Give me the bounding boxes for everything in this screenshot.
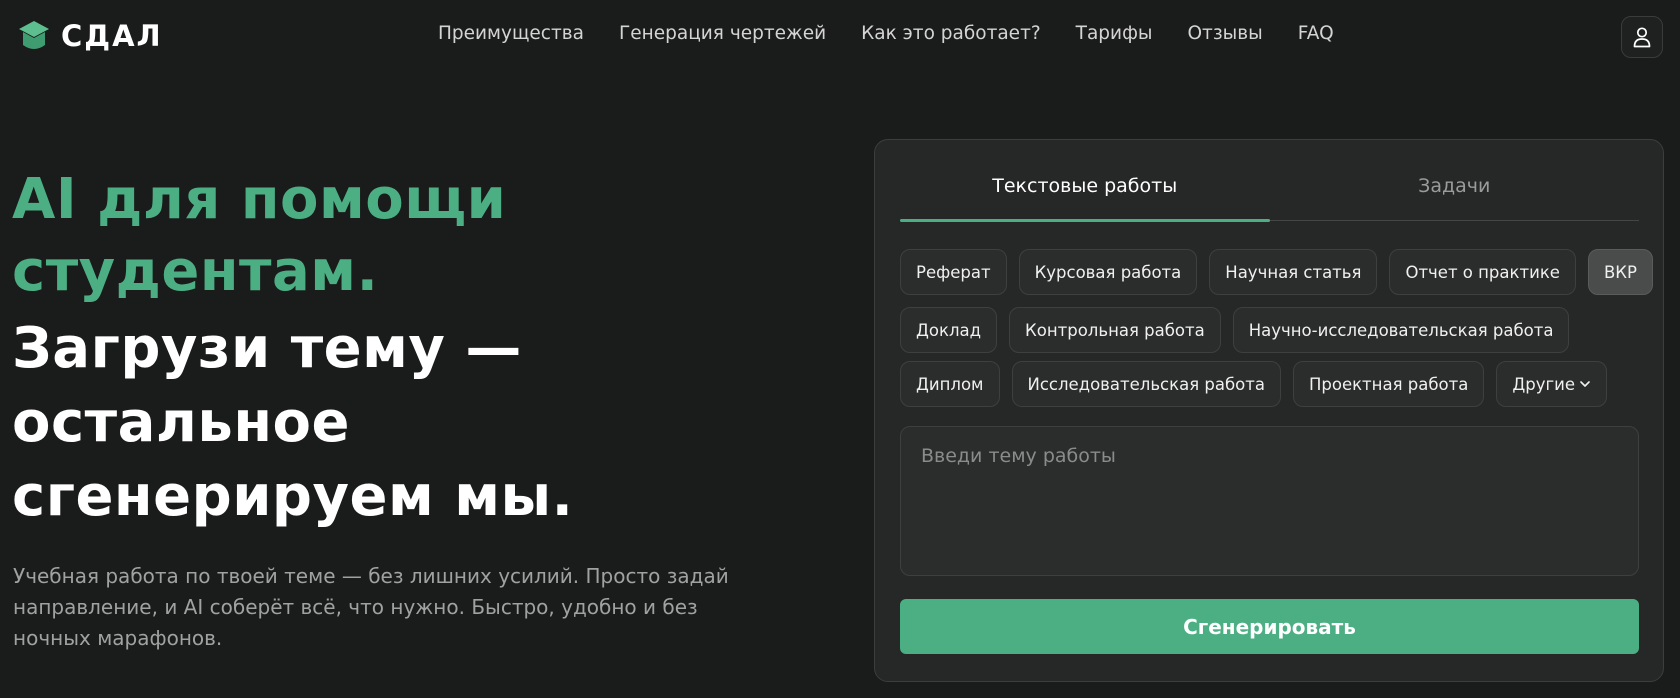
chip-other-dropdown[interactable]: Другие xyxy=(1496,361,1608,407)
tab-text-works[interactable]: Текстовые работы xyxy=(900,176,1270,222)
hero-headline-line-1: Загрузи тему — xyxy=(12,316,522,381)
chip-referat[interactable]: Реферат xyxy=(900,249,1007,295)
hero-headline-line-3: сгенерируем мы. xyxy=(12,464,574,529)
profile-button[interactable] xyxy=(1621,16,1663,58)
chip-control-work[interactable]: Контрольная работа xyxy=(1009,307,1221,353)
hero-headline-accent-line-1: AI для помощи xyxy=(12,167,507,232)
site-header: СДАЛ Преимущества Генерация чертежей Как… xyxy=(0,0,1680,72)
chip-row-3: Диплом Исследовательская работа Проектна… xyxy=(900,361,1608,407)
hero-subtitle: Учебная работа по твоей теме — без лишни… xyxy=(13,564,729,650)
chip-project-work[interactable]: Проектная работа xyxy=(1292,361,1485,407)
hero-headline: Загрузи тему — остальное сгенерируем мы. xyxy=(12,312,573,534)
chip-row-1: Реферат Курсовая работа Научная статья О… xyxy=(900,249,1653,295)
nav-link-faq[interactable]: FAQ xyxy=(1298,23,1334,44)
chip-other-label: Другие xyxy=(1512,374,1576,394)
nav-link-drawings[interactable]: Генерация чертежей xyxy=(619,23,826,44)
brand-logo[interactable]: СДАЛ xyxy=(17,18,163,54)
nav-link-reviews[interactable]: Отзывы xyxy=(1188,23,1263,44)
hero-headline-line-2: остальное xyxy=(12,390,350,455)
nav-link-advantages[interactable]: Преимущества xyxy=(438,23,584,44)
hero-headline-accent: AI для помощи студентам. xyxy=(12,164,506,308)
chip-practice-report[interactable]: Отчет о практике xyxy=(1389,249,1576,295)
nav-link-how-it-works[interactable]: Как это работает? xyxy=(861,23,1041,44)
chip-scientific-article[interactable]: Научная статья xyxy=(1209,249,1378,295)
chip-diploma[interactable]: Диплом xyxy=(900,361,1000,407)
chevron-down-icon xyxy=(1580,381,1590,387)
chip-coursework[interactable]: Курсовая работа xyxy=(1018,249,1198,295)
chip-row-2: Доклад Контрольная работа Научно-исследо… xyxy=(900,307,1570,353)
generator-panel: Текстовые работы Задачи Реферат Курсовая… xyxy=(874,139,1664,682)
nav-link-pricing[interactable]: Тарифы xyxy=(1076,23,1153,44)
topic-input[interactable] xyxy=(900,426,1639,576)
main-nav: Преимущества Генерация чертежей Как это … xyxy=(438,23,1369,44)
user-icon xyxy=(1633,27,1651,48)
chip-research-development-work[interactable]: Научно-исследовательская работа xyxy=(1232,307,1570,353)
hero-headline-accent-line-2: студентам. xyxy=(12,239,379,304)
chip-vkr[interactable]: ВКР xyxy=(1587,249,1653,295)
tab-tasks[interactable]: Задачи xyxy=(1270,176,1640,220)
work-type-tabs: Текстовые работы Задачи xyxy=(900,176,1640,222)
chip-research-work[interactable]: Исследовательская работа xyxy=(1011,361,1281,407)
brand-name: СДАЛ xyxy=(61,19,163,53)
generate-button[interactable]: Сгенерировать xyxy=(900,599,1639,654)
graduation-cap-icon xyxy=(19,21,49,49)
chip-report[interactable]: Доклад xyxy=(900,307,998,353)
